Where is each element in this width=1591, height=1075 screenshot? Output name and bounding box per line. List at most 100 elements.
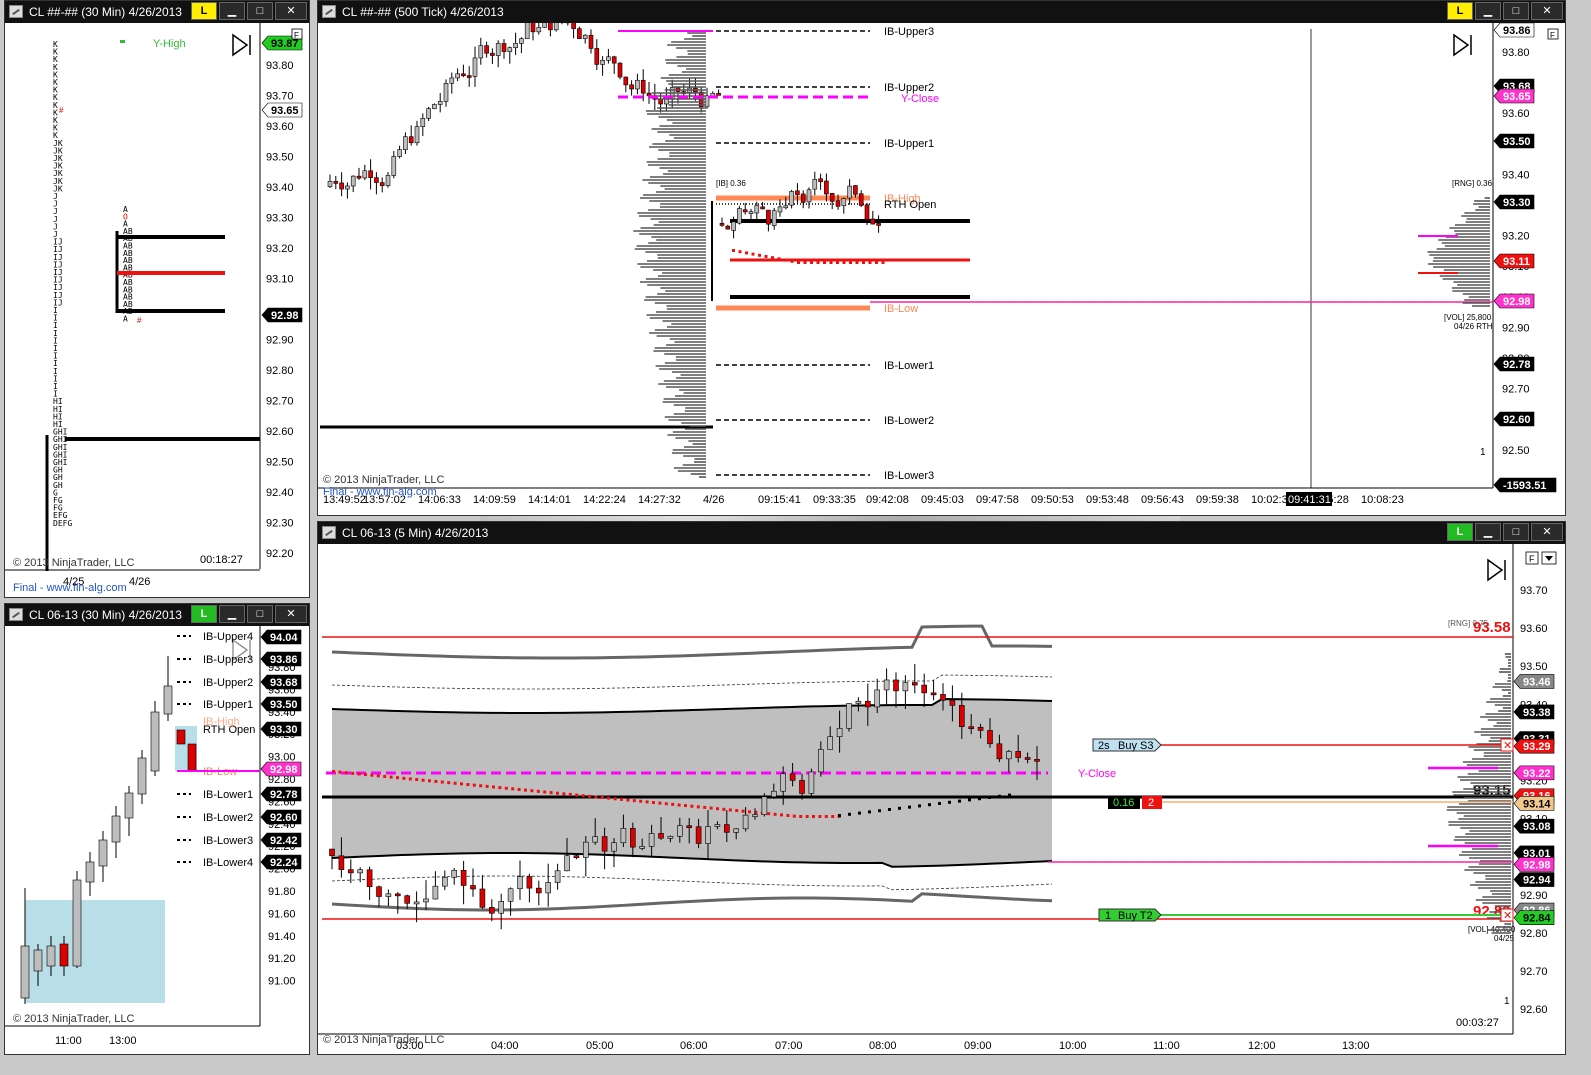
vwap-dot xyxy=(938,802,941,805)
candle-body xyxy=(59,943,69,967)
tpo-chart-window: CL ##-## (30 Min) 4/26/2013 L ▁ □ ✕ 93.8… xyxy=(4,0,310,598)
tick-chart-svg[interactable]: 93.8093.7093.6093.5093.4093.3093.2093.10… xyxy=(318,23,1565,515)
candle-body xyxy=(385,175,391,186)
close-button[interactable]: ✕ xyxy=(275,2,307,20)
candle-body xyxy=(397,149,402,157)
vwap-dot xyxy=(805,815,809,818)
candle-body xyxy=(46,945,56,967)
minimize-button[interactable]: ▁ xyxy=(1475,2,1501,20)
maximize-button[interactable]: □ xyxy=(247,2,273,20)
min5-chart-svg[interactable]: 93.7093.6093.5093.4093.3093.2093.1093.00… xyxy=(318,544,1565,1054)
candle-body xyxy=(733,828,740,833)
candle-body xyxy=(403,136,408,151)
y-high-marker xyxy=(120,40,125,43)
tick-plot-area[interactable]: 93.8093.7093.6093.5093.4093.3093.2093.10… xyxy=(318,23,1565,515)
tpo-titlebar[interactable]: CL ##-## (30 Min) 4/26/2013 L ▁ □ ✕ xyxy=(5,1,309,23)
price-tag-label: 93.65 xyxy=(1503,91,1531,103)
link-button[interactable]: L xyxy=(191,2,217,20)
time-axis-label: 14:09:59 xyxy=(473,494,516,506)
final-link[interactable]: Final - www.fin-alg.com xyxy=(13,582,127,594)
candle-body xyxy=(714,824,721,827)
level-label: IB-Lower2 xyxy=(203,812,253,824)
candle-body xyxy=(517,876,523,890)
vwap-dot xyxy=(613,797,617,801)
candle-body xyxy=(846,703,852,729)
vwap-dot xyxy=(581,794,585,798)
candle-body xyxy=(594,48,600,65)
vwap-dot xyxy=(620,797,623,801)
final-link[interactable]: Final - www.fin-alg.com xyxy=(323,486,437,498)
vwap-dot xyxy=(818,815,822,818)
price-axis-label: 93.70 xyxy=(266,91,294,103)
price-tag-label: 92.60 xyxy=(1503,414,1531,426)
vwap-dot xyxy=(607,796,611,800)
f-toggle-label: F xyxy=(1550,31,1555,40)
candle-body xyxy=(461,73,466,77)
last-price-label: 93.15 xyxy=(1473,782,1511,799)
link-button[interactable]: L xyxy=(191,605,217,623)
candle-body xyxy=(686,825,693,829)
session-box xyxy=(25,900,165,1003)
minimize-button[interactable]: ▁ xyxy=(219,2,245,20)
maximize-button[interactable]: □ xyxy=(247,605,273,623)
outer-band-upper xyxy=(331,624,1053,660)
candle-body xyxy=(742,209,748,213)
vwap-dot xyxy=(440,780,444,784)
price-tag-label: 93.46 xyxy=(1523,676,1551,688)
candle-body xyxy=(395,893,401,897)
candle-body xyxy=(443,83,449,102)
candle-body xyxy=(495,43,501,56)
candle-body xyxy=(606,56,611,61)
close-button[interactable]: ✕ xyxy=(1531,523,1563,541)
candle-body xyxy=(442,876,448,887)
candle-body xyxy=(519,38,524,44)
price-axis-label: 92.90 xyxy=(1520,890,1548,902)
vwap-dot xyxy=(858,811,861,815)
vwap-dot xyxy=(524,788,527,792)
candle-body xyxy=(870,218,876,225)
candle-body xyxy=(163,685,173,715)
vwap-dot xyxy=(988,796,991,799)
time-axis-label: 12:00 xyxy=(1248,1040,1276,1052)
price-tag-label: 92.94 xyxy=(1523,875,1551,887)
vwap-dot xyxy=(777,257,781,261)
candle-body xyxy=(408,136,414,144)
vwap-dot xyxy=(816,261,820,264)
maximize-button[interactable]: □ xyxy=(1503,523,1529,541)
vwap-dot xyxy=(556,791,559,795)
candle-body xyxy=(812,179,818,190)
min5-titlebar[interactable]: CL 06-13 (5 Min) 4/26/2013 L ▁ □ ✕ xyxy=(318,522,1565,544)
candle-body xyxy=(858,193,864,206)
minimize-button[interactable]: ▁ xyxy=(219,605,245,623)
count-label: 1 xyxy=(1480,447,1486,458)
maximize-button[interactable]: □ xyxy=(1503,2,1529,20)
min30-plot-area[interactable]: 93.8093.6093.4093.2093.0092.8092.6092.40… xyxy=(5,626,309,1054)
link-button[interactable]: L xyxy=(1447,2,1473,20)
tick-window-title: CL ##-## (500 Tick) 4/26/2013 xyxy=(342,5,504,19)
candle-body xyxy=(498,901,504,914)
price-tag-label: 92.98 xyxy=(270,764,298,776)
tpo-plot-area[interactable]: 93.80 93.70 93.60 93.50 93.40 93.30 93.20 93.10… xyxy=(5,23,309,597)
time-axis-label: 14:27:32 xyxy=(638,494,681,506)
tpo-chart-svg[interactable]: 93.80 93.70 93.60 93.50 93.40 93.30 93.20 93.10… xyxy=(5,23,309,597)
candle-body xyxy=(827,736,834,750)
tick-titlebar[interactable]: CL ##-## (500 Tick) 4/26/2013 L ▁ □ ✕ xyxy=(318,1,1565,23)
time-axis-label: 09:47:58 xyxy=(976,494,1019,506)
close-button[interactable]: ✕ xyxy=(275,605,307,623)
link-button[interactable]: L xyxy=(1447,523,1473,541)
candle-body xyxy=(911,682,918,686)
chart-app-icon xyxy=(322,526,336,539)
minimize-button[interactable]: ▁ xyxy=(1475,523,1501,541)
candle-body xyxy=(667,835,674,839)
close-button[interactable]: ✕ xyxy=(1531,2,1563,20)
min30-titlebar[interactable]: CL 06-13 (30 Min) 4/26/2013 L ▁ □ ✕ xyxy=(5,604,309,626)
candle-body xyxy=(327,181,333,187)
price-axis-label: 91.60 xyxy=(268,908,296,920)
min30-chart-svg[interactable]: 93.8093.6093.4093.2093.0092.8092.6092.40… xyxy=(5,626,309,1054)
candle-body xyxy=(893,679,899,692)
candle-body xyxy=(818,178,823,182)
vwap-dot xyxy=(549,791,553,795)
time-axis-label: 14:14:01 xyxy=(528,494,571,506)
min5-plot-area[interactable]: 93.7093.6093.5093.4093.3093.2093.1093.00… xyxy=(318,544,1565,1054)
copyright-text: © 2013 NinjaTrader, LLC xyxy=(13,1013,135,1025)
